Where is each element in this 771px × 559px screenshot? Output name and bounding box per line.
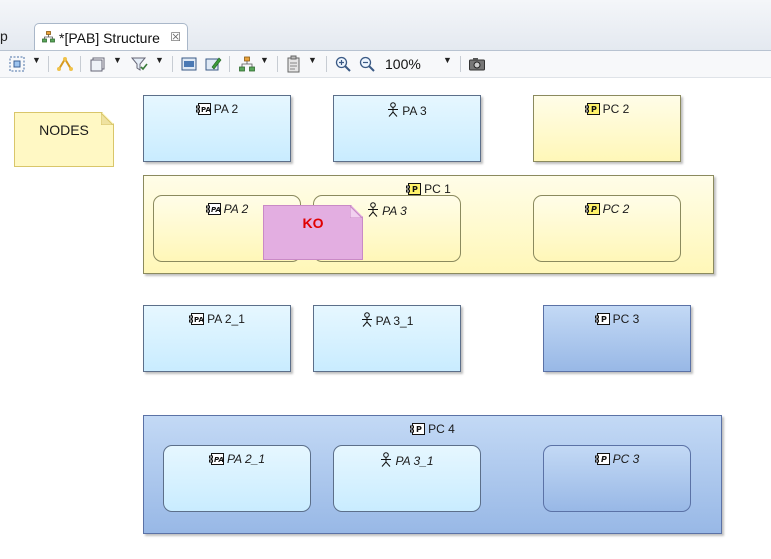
structure-diagram-icon [42,31,55,46]
chevron-down-icon[interactable]: ▼ [113,55,122,65]
node-name: PA 2 [223,202,249,216]
actor-stick-figure-icon [380,452,392,470]
camera-icon[interactable] [468,55,486,73]
node-label: P PC 3 [544,312,690,328]
toolbar-separator [277,56,278,72]
svg-text:PA: PA [201,106,211,114]
chevron-down-icon[interactable]: ▼ [32,55,41,65]
diagram-canvas[interactable]: NODES PA PA 2 PA 3 P PC 2 P PC 1 PA PA 2 PA … [0,78,771,559]
close-tab-icon[interactable]: ☒ [170,30,181,44]
physical-actor-pa3-1[interactable]: PA 3_1 [313,305,461,372]
node-name: PA 2_1 [226,452,266,466]
actor-stick-figure-icon [387,102,399,120]
behavior-component-pc3[interactable]: P PC 3 [543,305,691,372]
node-component-pc2[interactable]: P PC 2 [533,95,681,162]
tab-pab-structure[interactable]: *[PAB] Structure ☒ [34,23,188,50]
previous-tab-fragment[interactable]: p [0,28,8,44]
node-name: PA 2_1 [207,312,245,326]
svg-text:P: P [601,455,607,464]
toolbar-separator [460,56,461,72]
node-name: PC 2 [602,102,630,116]
node-label: PA PA 2 [144,102,290,118]
toolbar-separator [172,56,173,72]
svg-text:P: P [591,205,597,214]
paste-format-icon[interactable] [285,55,303,73]
physical-component-icon: P [594,313,610,328]
layout-icon[interactable] [238,55,256,73]
chevron-down-icon[interactable]: ▼ [308,55,317,65]
node-name: PC 2 [602,202,630,216]
svg-text:P: P [412,185,418,194]
editor-tab-bar: p *[PAB] Structure ☒ [0,0,771,51]
node-name: PA 2 [213,102,239,116]
physical-actor-icon: PA [205,203,221,218]
deployed-pc2-in-pc1[interactable]: P PC 2 [533,195,681,262]
note-text: KO [302,215,324,231]
chevron-down-icon[interactable]: ▼ [260,55,269,65]
node-label: PA PA 2_1 [144,312,290,328]
toolbar-separator [48,56,49,72]
physical-actor-icon: PA [189,313,205,328]
zoom-out-icon[interactable] [358,55,376,73]
physical-actor-pa2[interactable]: PA PA 2 [143,95,291,162]
toolbar-separator [326,56,327,72]
node-name: PA 3 [382,204,407,218]
toolbar-separator [229,56,230,72]
deployed-pa2-1-in-pc4[interactable]: PA PA 2_1 [163,445,311,512]
tab-title: *[PAB] Structure [59,30,160,46]
note-ko[interactable]: KO [263,205,363,260]
arrange-icon[interactable] [56,55,74,73]
zoom-level-combo[interactable]: 100% [385,56,421,72]
physical-actor-icon: PA [195,103,211,118]
actor-stick-figure-icon [361,312,373,330]
physical-component-icon: P [584,103,600,118]
node-name: PA 3_1 [375,314,414,328]
note-text: NODES [39,122,89,138]
toolbar-separator [80,56,81,72]
node-label: PA PA 2_1 [164,452,310,468]
node-name: PC 3 [612,452,640,466]
physical-component-icon: P [594,453,610,468]
node-label: P PC 3 [544,452,690,468]
node-label: PA 3_1 [334,452,480,470]
select-all-icon[interactable] [8,55,26,73]
zoom-in-icon[interactable] [334,55,352,73]
edit-icon[interactable] [204,55,222,73]
svg-text:PA: PA [211,206,221,214]
svg-text:PA: PA [194,316,204,324]
deployed-pc3-in-pc4[interactable]: P PC 3 [543,445,691,512]
physical-actor-pa3[interactable]: PA 3 [333,95,481,162]
node-name: PC 3 [612,312,640,326]
svg-text:P: P [591,105,597,114]
diagram-toolbar: ▼ ▼ ▼ ▼ ▼ 100% ▼ [0,51,771,78]
deployed-pa3-1-in-pc4[interactable]: PA 3_1 [333,445,481,512]
svg-text:PA: PA [214,456,224,464]
svg-text:P: P [416,425,422,434]
physical-actor-pa2-1[interactable]: PA PA 2_1 [143,305,291,372]
note-nodes[interactable]: NODES [14,112,114,167]
actor-stick-figure-icon [367,202,379,220]
node-label: P PC 2 [534,202,680,218]
node-name: PA 3_1 [395,454,434,468]
node-label: PA 3 [334,102,480,120]
refresh-icon[interactable] [180,55,198,73]
node-name: PC 4 [428,422,455,436]
node-label: PA 3_1 [314,312,460,330]
node-label: P PC 2 [534,102,680,118]
filter-icon[interactable] [130,55,148,73]
physical-component-icon: P [410,423,426,438]
node-name: PC 1 [424,182,451,196]
chevron-down-icon[interactable]: ▼ [443,55,452,65]
layer-icon[interactable] [89,55,107,73]
physical-actor-icon: PA [208,453,224,468]
node-label: P PC 4 [144,422,721,438]
physical-component-icon: P [584,203,600,218]
svg-text:P: P [601,315,607,324]
node-name: PA 3 [402,104,427,118]
chevron-down-icon[interactable]: ▼ [155,55,164,65]
